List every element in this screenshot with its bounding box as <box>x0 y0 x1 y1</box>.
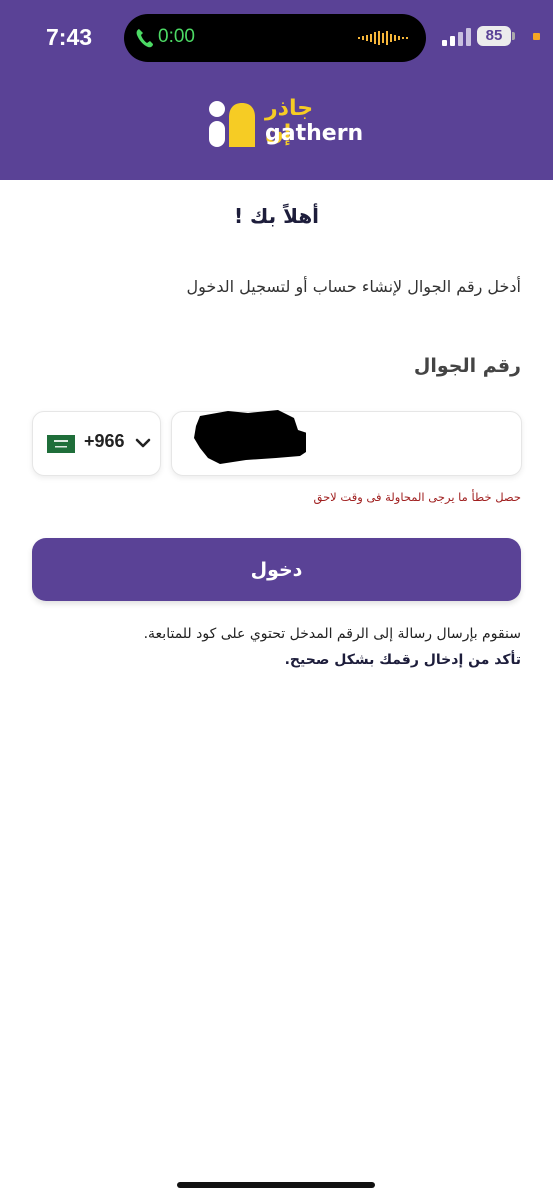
error-message: حصل خطأ ما يرجى المحاولة فى وقت لاحق <box>313 490 521 504</box>
call-timer: 0:00 <box>158 26 195 47</box>
app-header: 7:43 0:00 85 جاذر إن gathern <box>0 0 553 180</box>
battery-tip <box>512 32 515 40</box>
phone-call-icon <box>136 29 153 48</box>
phone-field-label: رقم الجوال <box>413 355 521 377</box>
dynamic-island-call[interactable]: 0:00 <box>124 14 426 62</box>
redaction-scribble <box>194 410 306 464</box>
gathern-logo-icon <box>209 101 255 147</box>
verify-number-text: تأكد من إدخال رقمك بشكل صحيح. <box>284 652 521 668</box>
privacy-indicator-dot <box>533 33 540 40</box>
chevron-down-icon <box>135 438 151 448</box>
logo-english-text: gathern <box>265 121 364 146</box>
country-dial-code: +966 <box>84 431 125 451</box>
saudi-flag-icon <box>47 435 75 453</box>
audio-wave-icon <box>358 31 408 45</box>
battery-indicator: 85 <box>477 26 511 46</box>
status-time: 7:43 <box>46 24 93 50</box>
home-indicator[interactable] <box>177 1182 375 1188</box>
login-button[interactable]: دخول <box>32 538 521 601</box>
country-code-selector[interactable]: +966 <box>32 411 161 476</box>
sms-info-text: سنقوم بإرسال رسالة إلى الرقم المدخل تحتو… <box>143 626 521 642</box>
phone-number-field[interactable] <box>171 410 522 476</box>
login-subtitle: أدخل رقم الجوال لإنشاء حساب أو لتسجيل ال… <box>186 277 521 296</box>
cellular-signal-icon <box>442 28 471 46</box>
welcome-title: أهلاً بك ! <box>233 204 320 228</box>
